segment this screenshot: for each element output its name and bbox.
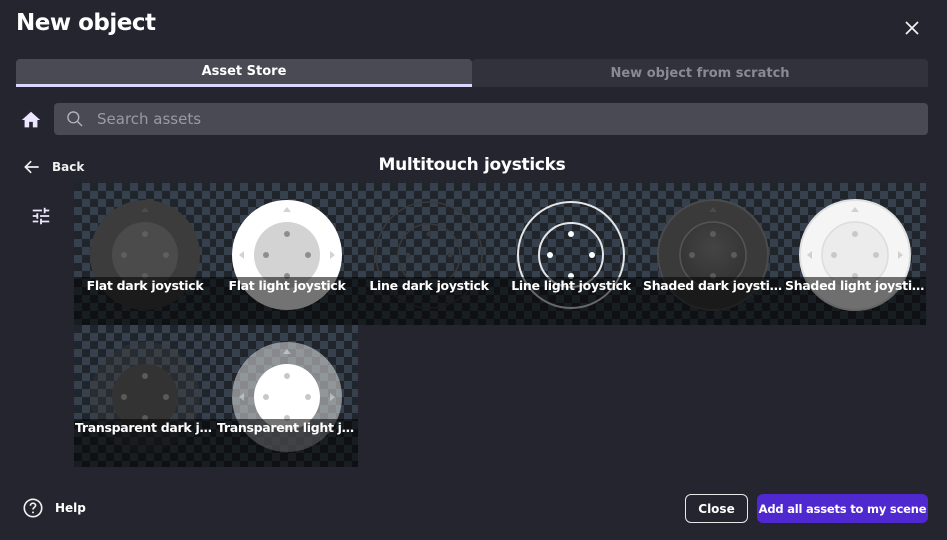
asset-name: Transparent light jo...: [217, 420, 358, 435]
asset-pack-title: Multitouch joysticks: [378, 155, 566, 175]
asset-card-transparent-dark[interactable]: Transparent dark jo...: [74, 325, 216, 467]
filters-button[interactable]: [30, 205, 52, 227]
asset-card-transparent-light[interactable]: Transparent light jo...: [216, 325, 358, 467]
asset-name: Line dark joystick: [369, 278, 489, 293]
home-icon: [21, 111, 41, 128]
asset-card-line-dark[interactable]: Line dark joystick: [358, 183, 500, 325]
close-dialog-button[interactable]: [900, 16, 924, 40]
asset-name: Flat dark joystick: [86, 278, 204, 293]
asset-card-flat-dark[interactable]: Flat dark joystick: [74, 183, 216, 325]
help-label: Help: [55, 501, 86, 515]
asset-card-shaded-light[interactable]: Shaded light joystick: [784, 183, 926, 325]
search-icon: [67, 111, 83, 127]
help-circle-icon: [23, 498, 43, 518]
asset-name: Shaded light joystick: [785, 278, 926, 293]
dialog-title: New object: [16, 10, 156, 36]
help-button[interactable]: Help: [22, 497, 86, 519]
asset-card-line-light[interactable]: Line light joystick: [500, 183, 642, 325]
asset-grid: Flat dark joystick Flat light joystick L…: [74, 183, 926, 467]
add-all-assets-button[interactable]: Add all assets to my scene: [757, 494, 928, 523]
search-bar: [54, 103, 928, 135]
tab-new-object-from-scratch[interactable]: New object from scratch: [472, 59, 928, 87]
asset-name: Flat light joystick: [228, 278, 346, 293]
search-input[interactable]: [97, 103, 928, 135]
asset-name: Line light joystick: [511, 278, 631, 293]
tab-asset-store[interactable]: Asset Store: [16, 59, 472, 87]
home-button[interactable]: [20, 109, 42, 131]
asset-card-flat-light[interactable]: Flat light joystick: [216, 183, 358, 325]
asset-name: Transparent dark jo...: [75, 420, 216, 435]
close-icon: [905, 21, 919, 35]
close-button[interactable]: Close: [685, 494, 748, 523]
asset-name: Shaded dark joystick: [643, 278, 784, 293]
tab-bar: Asset Store New object from scratch: [16, 59, 928, 87]
filter-sliders-icon: [32, 207, 50, 225]
asset-card-shaded-dark[interactable]: Shaded dark joystick: [642, 183, 784, 325]
